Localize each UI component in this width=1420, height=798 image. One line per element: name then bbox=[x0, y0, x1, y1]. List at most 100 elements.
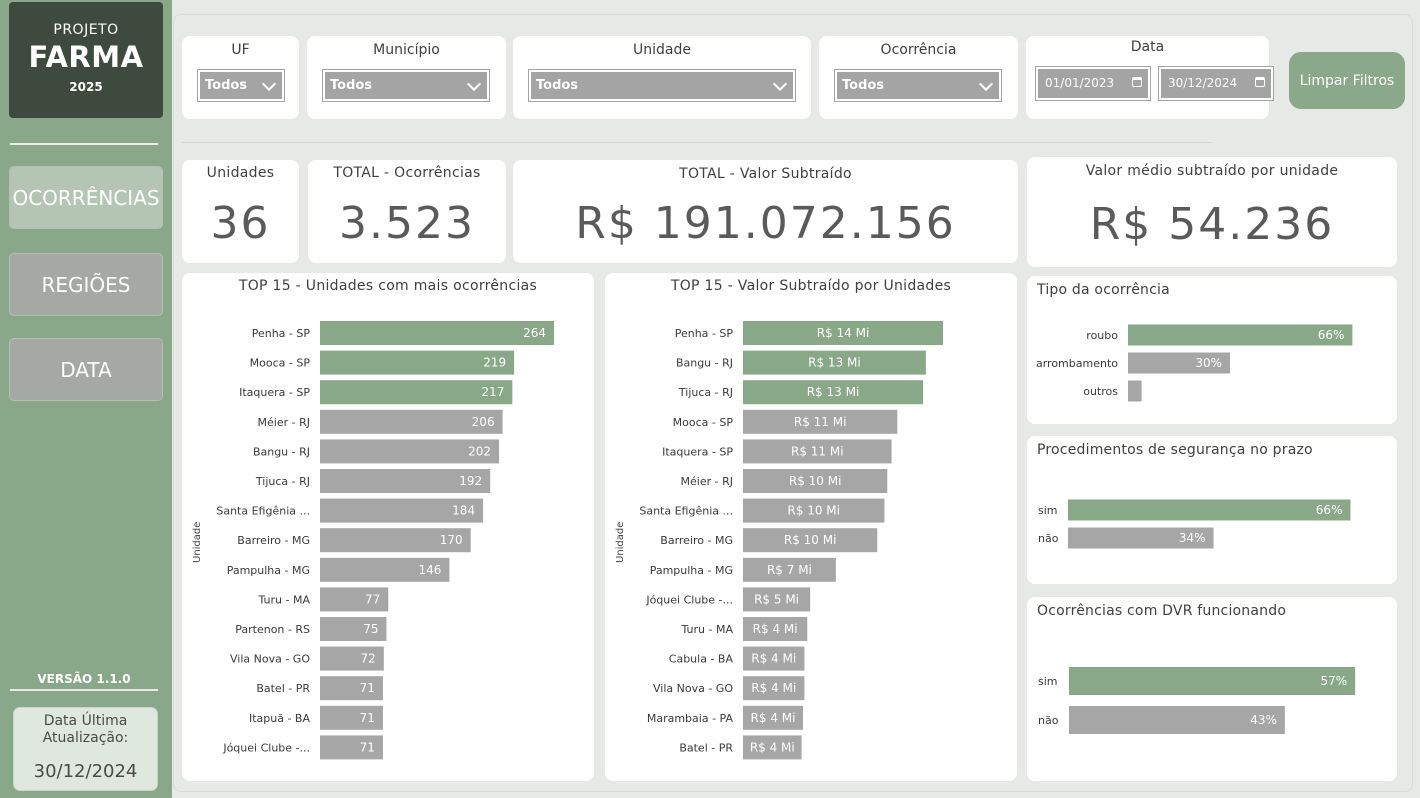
category-label: arrombamento bbox=[1036, 357, 1118, 370]
data-label: 217 bbox=[481, 385, 504, 399]
data-label: 34% bbox=[1179, 531, 1206, 545]
bar-chart-seguranca: sim 66% não 34% bbox=[1038, 499, 1351, 549]
calendar-icon[interactable] bbox=[1132, 77, 1142, 87]
sidebar: PROJETO FARMA 2025 OCORRÊNCIAS REGIÕES D… bbox=[0, 0, 172, 798]
calendar-icon[interactable] bbox=[1255, 77, 1265, 87]
filter-unidade-value: Todos bbox=[536, 78, 579, 93]
data-label: 71 bbox=[360, 740, 375, 754]
category-label: Santa Efigênia ... bbox=[639, 505, 733, 518]
filter-ocorrencia-value: Todos bbox=[842, 78, 885, 93]
data-label: 184 bbox=[452, 504, 475, 518]
category-label: Bangu - RJ bbox=[253, 445, 310, 458]
bar-0[interactable] bbox=[1068, 499, 1351, 521]
filter-uf-value: Todos bbox=[205, 78, 248, 93]
data-label: R$ 13 Mi bbox=[807, 385, 860, 399]
chart-dvr-card: Ocorrências com DVR funcionando sim 57% nã… bbox=[1027, 597, 1397, 781]
category-label: Itapuã - BA bbox=[249, 712, 311, 725]
project-logo: PROJETO FARMA 2025 bbox=[9, 2, 163, 118]
data-label: R$ 5 Mi bbox=[754, 592, 799, 606]
kpi-unidades-card: Unidades 36 bbox=[182, 160, 299, 263]
data-label: R$ 4 Mi bbox=[753, 622, 798, 636]
filter-unidade-dropdown[interactable]: Todos bbox=[528, 69, 796, 102]
nav-regioes-button[interactable]: REGIÕES bbox=[9, 253, 163, 316]
data-label: R$ 11 Mi bbox=[794, 415, 847, 429]
kpi-ocorrencias-card: TOTAL - Ocorrências 3.523 bbox=[308, 160, 506, 263]
data-label: R$ 14 Mi bbox=[817, 326, 870, 340]
data-label: R$ 10 Mi bbox=[789, 474, 842, 488]
filter-uf-dropdown[interactable]: Todos bbox=[197, 69, 285, 102]
date-end-value: 30/12/2024 bbox=[1168, 76, 1238, 90]
chevron-down-icon bbox=[772, 76, 788, 92]
category-label: Partenon - RS bbox=[235, 623, 310, 636]
filter-municipio-card: Município Todos bbox=[307, 36, 506, 119]
bar-2[interactable] bbox=[1128, 380, 1142, 402]
category-label: Penha - SP bbox=[675, 327, 734, 340]
data-label: R$ 13 Mi bbox=[808, 356, 861, 370]
data-label: 264 bbox=[523, 326, 546, 340]
bar-0[interactable] bbox=[1069, 667, 1356, 695]
section-divider bbox=[182, 142, 1212, 143]
data-label: R$ 4 Mi bbox=[751, 681, 796, 695]
category-label: sim bbox=[1038, 675, 1058, 688]
category-label: Mooca - SP bbox=[673, 416, 734, 429]
date-start-input[interactable]: 01/01/2023 bbox=[1035, 66, 1151, 101]
category-label: Bangu - RJ bbox=[676, 357, 733, 370]
data-label: 192 bbox=[459, 474, 482, 488]
kpi-ocorrencias-value: 3.523 bbox=[339, 198, 475, 249]
category-label: Itaquera - SP bbox=[662, 445, 733, 458]
filter-unidade-card: Unidade Todos bbox=[513, 36, 811, 119]
kpi-media-value: R$ 54.236 bbox=[1089, 199, 1335, 250]
logo-line2: FARMA bbox=[28, 40, 144, 74]
bar-chart-ocorrencias: Penha - SP 264 Mooca - SP 219 Itaquera - SP 2… bbox=[216, 321, 554, 760]
category-label: Tijuca - RJ bbox=[678, 386, 733, 399]
filter-municipio-value: Todos bbox=[330, 78, 373, 93]
filter-municipio-dropdown[interactable]: Todos bbox=[322, 69, 490, 102]
clear-filters-button[interactable]: Limpar Filtros bbox=[1289, 52, 1405, 109]
filter-ocorrencia-dropdown[interactable]: Todos bbox=[834, 69, 1002, 102]
category-label: Jóquei Clube -... bbox=[222, 741, 310, 754]
filter-ocorrencia-label: Ocorrência bbox=[880, 42, 957, 58]
data-label: R$ 4 Mi bbox=[751, 711, 796, 725]
kpi-media-card: Valor médio subtraído por unidade R$ 54.… bbox=[1027, 157, 1397, 267]
date-end-input[interactable]: 30/12/2024 bbox=[1158, 66, 1274, 101]
data-label: 66% bbox=[1318, 328, 1345, 342]
bar-0[interactable] bbox=[320, 321, 554, 345]
category-label: Turu - MA bbox=[681, 623, 734, 636]
logo-line3: 2025 bbox=[69, 80, 103, 94]
category-label: não bbox=[1038, 714, 1059, 727]
category-label: Penha - SP bbox=[252, 327, 311, 340]
category-label: Méier - RJ bbox=[258, 416, 310, 429]
chart-top15-ocorrencias-card: TOP 15 - Unidades com mais ocorrências U… bbox=[182, 273, 594, 781]
data-label: 66% bbox=[1316, 503, 1343, 517]
data-label: R$ 10 Mi bbox=[784, 533, 837, 547]
category-label: outros bbox=[1083, 385, 1118, 398]
data-label: 219 bbox=[483, 356, 506, 370]
data-label: 43% bbox=[1250, 713, 1277, 727]
bar-chart-dvr: sim 57% não 43% bbox=[1038, 667, 1356, 734]
category-label: roubo bbox=[1086, 329, 1118, 342]
category-label: Vila Nova - GO bbox=[230, 653, 310, 666]
last-update-date: 30/12/2024 bbox=[33, 761, 138, 782]
category-label: Itaquera - SP bbox=[239, 386, 310, 399]
category-label: Marambaia - PA bbox=[647, 712, 734, 725]
category-label: Batel - PR bbox=[679, 741, 733, 754]
filter-uf-label: UF bbox=[231, 42, 250, 58]
category-label: Barreiro - MG bbox=[660, 534, 733, 547]
chart-seguranca-card: Procedimentos de segurança no prazo sim 6… bbox=[1027, 436, 1397, 584]
category-label: Jóquei Clube -... bbox=[645, 593, 733, 606]
data-label: 75 bbox=[363, 622, 378, 636]
filter-municipio-label: Município bbox=[373, 42, 440, 58]
kpi-unidades-title: Unidades bbox=[206, 165, 275, 181]
category-label: Mooca - SP bbox=[250, 357, 311, 370]
data-label: R$ 4 Mi bbox=[751, 652, 796, 666]
category-label: Tijuca - RJ bbox=[255, 475, 310, 488]
version-label: VERSÃO 1.1.0 bbox=[37, 672, 131, 686]
nav-ocorrencias-button[interactable]: OCORRÊNCIAS bbox=[9, 166, 163, 229]
nav-data-button[interactable]: DATA bbox=[9, 338, 163, 401]
chevron-down-icon bbox=[978, 76, 994, 92]
category-label: Turu - MA bbox=[258, 593, 311, 606]
kpi-valor-card: TOTAL - Valor Subtraído R$ 191.072.156 bbox=[513, 160, 1018, 263]
category-label: Vila Nova - GO bbox=[653, 682, 733, 695]
category-label: sim bbox=[1038, 504, 1058, 517]
data-label: 57% bbox=[1320, 674, 1347, 688]
